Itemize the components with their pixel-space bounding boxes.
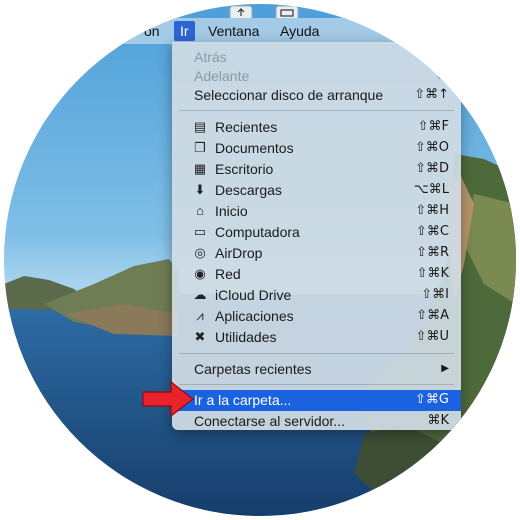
menu-item-label: Ir a la carpeta... xyxy=(194,392,292,408)
menu-bar: on Ir Ventana Ayuda xyxy=(4,5,516,44)
menu-item-label: Carpetas recientes xyxy=(194,361,312,377)
menu-item-recent-folders[interactable]: Carpetas recientes ▶ xyxy=(172,359,461,380)
menu-item-shortcut: ⇧⌘↑ xyxy=(414,87,449,102)
applications-icon: ⩘ xyxy=(196,308,204,323)
menu-item-shortcut: ⇧⌘F xyxy=(417,119,449,134)
menu-item-downloads[interactable]: ⬇ Descargas ⌥⌘L xyxy=(172,180,461,201)
menu-item-shortcut: ⌥⌘L xyxy=(413,182,449,197)
menu-item-computer[interactable]: ▭ Computadora ⇧⌘C xyxy=(172,222,461,243)
documents-icon: ❐ xyxy=(194,140,206,155)
menu-item-desktop[interactable]: ▦ Escritorio ⇧⌘D xyxy=(172,159,461,180)
desktop-icon: ▦ xyxy=(193,161,207,176)
menu-item-label: Seleccionar disco de arranque xyxy=(194,87,384,103)
menu-item-label: Atrás xyxy=(194,49,227,65)
menu-item-label: Documentos xyxy=(215,140,294,156)
home-icon: ⌂ xyxy=(196,203,204,218)
red-arrow-pointer-icon xyxy=(142,380,194,418)
menu-item-recents[interactable]: ▤ Recientes ⇧⌘F xyxy=(172,117,461,138)
menu-item-label: iCloud Drive xyxy=(215,287,292,303)
menu-item-label: Computadora xyxy=(215,224,300,240)
menu-item-connect-to-server[interactable]: Conectarse al servidor... ⌘K xyxy=(172,411,461,432)
menu-item-network[interactable]: ◉ Red ⇧⌘K xyxy=(172,264,461,285)
menu-separator xyxy=(179,384,454,385)
icloud-icon: ☁ xyxy=(193,287,207,302)
go-menu-dropdown: Atrás Adelante ⌘ Seleccionar disco de ar… xyxy=(172,42,461,430)
menu-item-label: Red xyxy=(215,266,241,282)
menu-item-airdrop[interactable]: ◎ AirDrop ⇧⌘R xyxy=(172,243,461,264)
menu-item-utilities[interactable]: ✖ Utilidades ⇧⌘U xyxy=(172,327,461,348)
menu-item-go-to-folder[interactable]: Ir a la carpeta... ⇧⌘G xyxy=(172,390,461,411)
menubar-item-ayuda[interactable]: Ayuda xyxy=(280,21,319,41)
menu-item-shortcut: ⇧⌘U xyxy=(415,329,449,344)
airdrop-icon: ◎ xyxy=(194,245,206,260)
menu-item-shortcut: ⇧⌘K xyxy=(416,266,449,281)
menu-item-shortcut: ⇧⌘C xyxy=(416,224,449,239)
downloads-icon: ⬇ xyxy=(194,182,206,197)
menu-item-label: Descargas xyxy=(215,182,282,198)
menu-item-shortcut: ⇧⌘G xyxy=(415,392,449,407)
menu-item-label: Escritorio xyxy=(215,161,274,177)
menu-item-shortcut: ⇧⌘D xyxy=(415,161,449,176)
menubar-item-ventana[interactable]: Ventana xyxy=(208,21,259,41)
menu-item-shortcut: ⇧⌘I xyxy=(421,287,449,302)
menu-item-forward[interactable]: Adelante ⌘ xyxy=(172,66,461,87)
menu-item-label: Recientes xyxy=(215,119,278,135)
menubar-item-ir[interactable]: Ir xyxy=(174,21,195,41)
menu-item-home[interactable]: ⌂ Inicio ⇧⌘H xyxy=(172,201,461,222)
menu-item-label: Conectarse al servidor... xyxy=(194,413,345,429)
menu-item-back[interactable]: Atrás xyxy=(172,47,461,68)
menu-item-applications[interactable]: ⩘ Aplicaciones ⇧⌘A xyxy=(172,306,461,327)
menu-item-shortcut: ⇧⌘R xyxy=(416,245,449,260)
menu-item-label: AirDrop xyxy=(215,245,263,261)
menu-item-shortcut: ⇧⌘O xyxy=(414,140,449,155)
recents-icon: ▤ xyxy=(193,119,207,134)
menu-item-label: Inicio xyxy=(215,203,248,219)
menu-item-documents[interactable]: ❐ Documentos ⇧⌘O xyxy=(172,138,461,159)
submenu-arrow-icon: ▶ xyxy=(441,363,449,374)
menu-item-label: Adelante xyxy=(194,68,250,84)
network-icon: ◉ xyxy=(194,266,206,281)
menu-item-shortcut: ⌘K xyxy=(427,413,449,428)
menu-item-label: Aplicaciones xyxy=(215,308,294,324)
menubar-item-partial[interactable]: on xyxy=(144,21,160,41)
menu-item-shortcut: ⇧⌘A xyxy=(416,308,449,323)
menu-item-select-startup-disk[interactable]: Seleccionar disco de arranque ⇧⌘↑ xyxy=(172,85,461,106)
screenshot-circle: on Ir Ventana Ayuda Atrás Adelante ⌘ Sel… xyxy=(4,4,516,516)
menu-separator xyxy=(179,110,454,111)
menu-item-shortcut: ⌘ xyxy=(436,68,449,83)
menu-item-label: Utilidades xyxy=(215,329,277,345)
toolbar-buttons-icon xyxy=(229,5,299,21)
menu-separator xyxy=(179,353,454,354)
computer-icon: ▭ xyxy=(193,224,207,239)
menu-item-icloud-drive[interactable]: ☁ iCloud Drive ⇧⌘I xyxy=(172,285,461,306)
menu-item-shortcut: ⇧⌘H xyxy=(415,203,449,218)
utilities-icon: ✖ xyxy=(194,329,206,344)
